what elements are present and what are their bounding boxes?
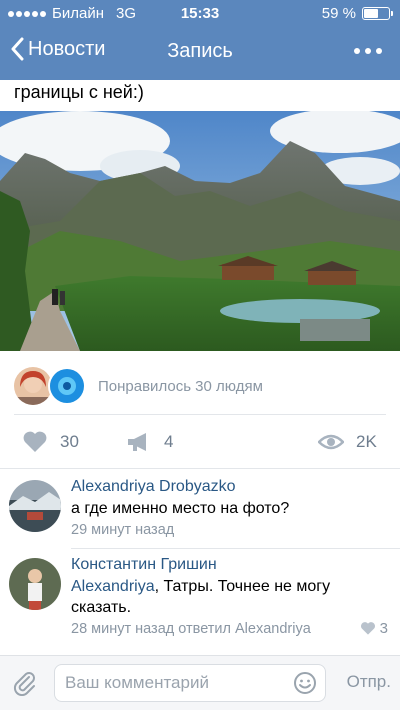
post-actions: 30 4 2K [0,424,400,460]
comment-author[interactable]: Alexandriya Drobyazko [71,478,236,496]
likes-count: 30 [60,432,79,451]
battery-fill [364,9,378,18]
liker-avatar [14,367,52,405]
megaphone-icon [128,433,146,451]
comment-composer: Отпр. [0,655,400,710]
divider [14,414,386,415]
likes-text: Понравилось 30 людям [98,377,263,395]
likes-summary[interactable]: Понравилось 30 людям [14,366,386,406]
mountain-landscape-image [0,111,400,351]
paperclip-icon [13,672,35,697]
status-bar: Билайн 3G 15:33 59 % [0,0,400,26]
attach-button[interactable] [12,670,38,701]
status-right: 59 % [321,5,393,22]
battery-percent: 59 % [321,5,356,22]
comment-mention[interactable]: Alexandriya [71,578,155,595]
comment-author[interactable]: Константин Гришин [71,556,217,574]
nav-bar: Новости Запись [0,26,400,80]
post-photo[interactable] [0,111,400,351]
comment-time: 28 минут назад ответил Alexandriya [71,621,311,637]
comment-item[interactable]: Alexandriya Drobyazko а где именно место… [0,468,400,548]
emoji-button[interactable] [293,671,317,700]
views-count: 2K [356,432,377,451]
battery-icon [362,7,393,20]
comment-time: 29 минут назад [71,522,175,538]
top-bar: Билайн 3G 15:33 59 % Новости Запись [0,0,400,80]
comment-like-count: 3 [379,620,388,637]
commenter-avatar[interactable] [9,480,61,532]
eye-icon [318,434,344,450]
comment-like-button[interactable]: 3 [360,620,388,637]
more-icon [354,48,360,54]
heart-icon [360,622,375,635]
send-button[interactable]: Отпр. [347,672,391,692]
smile-icon [294,672,316,694]
comment-text: а где именно место на фото? [71,500,290,517]
like-button[interactable]: 30 [22,424,79,460]
shares-count: 4 [164,432,174,451]
more-button[interactable] [354,48,382,54]
page-title: Запись [167,40,233,62]
comment-input[interactable] [55,665,275,701]
post-text: границы с ней:) [14,82,144,102]
comment-item[interactable]: Константин Гришин Alexandriya, Татры. То… [0,548,400,648]
comment-text: Alexandriya, Татры. Точнее не могу сказа… [71,576,391,618]
share-button[interactable]: 4 [126,424,173,460]
comment-field [54,664,326,702]
liker-avatar [48,367,86,405]
views-indicator: 2K [318,424,377,460]
commenter-avatar[interactable] [9,558,61,610]
heart-icon [23,431,47,452]
